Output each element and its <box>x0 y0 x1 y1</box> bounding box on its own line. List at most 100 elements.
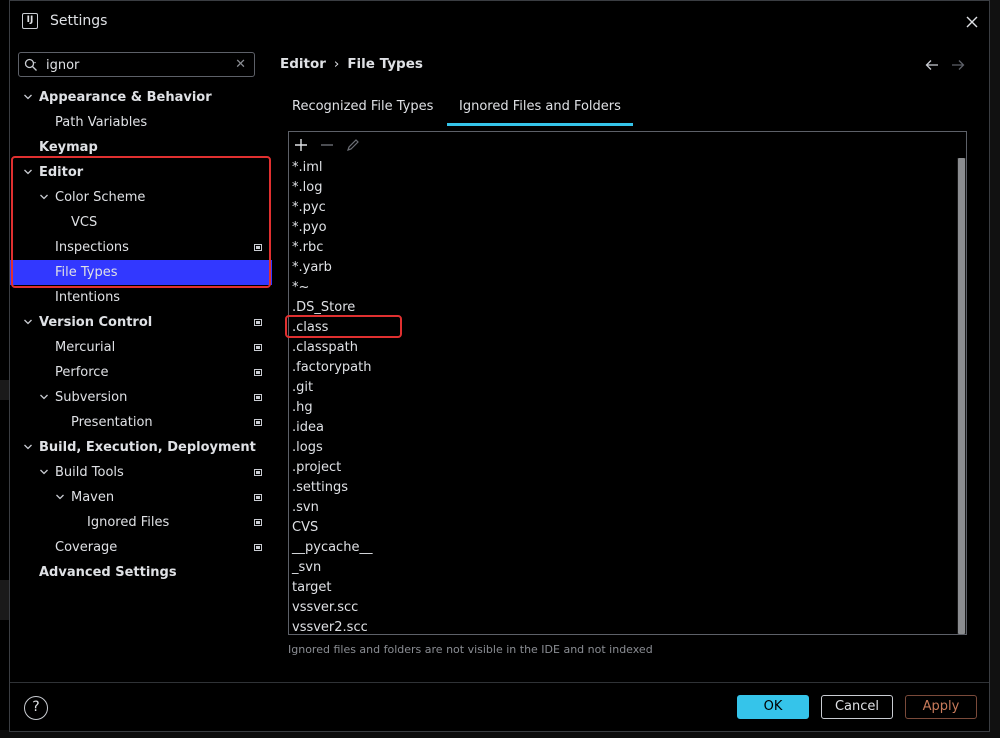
chevron-down-icon[interactable] <box>23 318 33 326</box>
list-item[interactable]: vssver2.scc <box>290 618 958 634</box>
ok-button[interactable]: OK <box>737 695 809 719</box>
tree-item-subversion[interactable]: Subversion <box>10 385 272 410</box>
tab-ignored-files-and-folders[interactable]: Ignored Files and Folders <box>447 95 633 126</box>
search-input[interactable] <box>46 56 226 74</box>
list-item[interactable]: .factorypath <box>290 358 958 378</box>
list-item[interactable]: .svn <box>290 498 958 518</box>
tree-item-label: Coverage <box>55 540 118 555</box>
tree-item-label: Ignored Files <box>87 515 170 530</box>
arrow-right-icon[interactable] <box>951 59 965 71</box>
search-icon <box>24 58 37 71</box>
project-settings-icon <box>254 394 262 401</box>
project-settings-icon <box>254 544 262 551</box>
list-item[interactable]: .classpath <box>290 338 958 358</box>
list-toolbar <box>289 132 966 158</box>
clear-search-icon[interactable]: ✕ <box>235 57 246 72</box>
breadcrumb: Editor › File Types <box>280 56 423 72</box>
tree-item-appearance-behavior[interactable]: Appearance & Behavior <box>10 85 272 110</box>
tree-item-label: Perforce <box>55 365 109 380</box>
tree-item-label: Presentation <box>71 415 153 430</box>
close-button[interactable] <box>961 11 983 33</box>
ignored-files-list: *.iml *.log *.pyc *.pyo *.rbc *.yarb *~ .DS_Sto… <box>290 158 958 634</box>
help-icon: ? <box>32 699 40 715</box>
list-item[interactable]: *.log <box>290 178 958 198</box>
tree-item-label: Build Tools <box>55 465 124 480</box>
settings-search-box[interactable]: ✕ <box>18 52 255 77</box>
tree-item-coverage[interactable]: Coverage <box>10 535 272 560</box>
project-settings-icon <box>254 369 262 376</box>
tree-item-label: Version Control <box>39 315 153 330</box>
project-settings-icon <box>254 519 262 526</box>
project-settings-icon <box>254 469 262 476</box>
list-item[interactable]: _svn <box>290 558 958 578</box>
list-scrollbar[interactable] <box>957 158 966 634</box>
list-item[interactable]: vssver.scc <box>290 598 958 618</box>
list-item[interactable]: __pycache__ <box>290 538 958 558</box>
chevron-down-icon[interactable] <box>39 468 49 476</box>
title-bar: IJ Settings <box>10 1 989 41</box>
ignored-files-panel: *.iml *.log *.pyc *.pyo *.rbc *.yarb *~ .DS_Sto… <box>288 131 967 635</box>
chevron-down-icon[interactable] <box>23 443 33 451</box>
footer-divider <box>10 682 989 683</box>
plus-icon[interactable] <box>293 137 309 153</box>
tree-item-version-control[interactable]: Version Control <box>10 310 272 335</box>
tree-item-maven[interactable]: Maven <box>10 485 272 510</box>
breadcrumb-current: File Types <box>347 56 423 72</box>
breadcrumb-separator: › <box>333 56 340 72</box>
list-item[interactable]: CVS <box>290 518 958 538</box>
list-item[interactable]: .project <box>290 458 958 478</box>
tree-item-advanced-settings[interactable]: Advanced Settings <box>10 560 272 585</box>
cancel-button[interactable]: Cancel <box>821 695 893 719</box>
project-settings-icon <box>254 319 262 326</box>
list-item[interactable]: .hg <box>290 398 958 418</box>
tree-item-label: Subversion <box>55 390 128 405</box>
tree-item-label: Maven <box>71 490 115 505</box>
settings-dialog: IJ Settings ✕ Appearance & Behavior Path … <box>9 0 990 732</box>
project-settings-icon <box>254 419 262 426</box>
app-logo-icon: IJ <box>22 13 38 29</box>
chevron-down-icon[interactable] <box>55 493 65 501</box>
arrow-left-icon[interactable] <box>925 59 939 71</box>
list-item[interactable]: target <box>290 578 958 598</box>
tree-item-label: Advanced Settings <box>39 565 177 580</box>
tree-item-presentation[interactable]: Presentation <box>10 410 272 435</box>
tree-item-perforce[interactable]: Perforce <box>10 360 272 385</box>
window-title: Settings <box>50 13 108 29</box>
tree-item-build-tools[interactable]: Build Tools <box>10 460 272 485</box>
list-item[interactable]: *.pyc <box>290 198 958 218</box>
list-item[interactable]: *.pyo <box>290 218 958 238</box>
list-item[interactable]: *.yarb <box>290 258 958 278</box>
tree-item-label: Path Variables <box>55 115 148 130</box>
scrollbar-thumb[interactable] <box>958 158 965 634</box>
tree-item-label: Appearance & Behavior <box>39 90 212 105</box>
help-button[interactable]: ? <box>24 696 48 720</box>
project-settings-icon <box>254 344 262 351</box>
list-item[interactable]: .logs <box>290 438 958 458</box>
tree-item-label: Intentions <box>55 290 121 305</box>
list-item[interactable]: *~ <box>290 278 958 298</box>
tab-recognized-file-types[interactable]: Recognized File Types <box>280 95 445 126</box>
apply-button[interactable]: Apply <box>905 695 977 719</box>
tree-item-build-execution-deployment[interactable]: Build, Execution, Deployment <box>10 435 272 460</box>
list-item[interactable]: *.iml <box>290 158 958 178</box>
history-navigation <box>925 57 965 75</box>
tree-item-label: Build, Execution, Deployment <box>39 440 256 455</box>
tree-item-ignored-files[interactable]: Ignored Files <box>10 510 272 535</box>
chevron-down-icon[interactable] <box>39 393 49 401</box>
annotation-highlight-editor <box>11 156 271 288</box>
minus-icon[interactable] <box>319 137 335 153</box>
tree-item-path-variables[interactable]: Path Variables <box>10 110 272 135</box>
breadcrumb-parent[interactable]: Editor <box>280 56 326 72</box>
list-item[interactable]: .git <box>290 378 958 398</box>
list-item[interactable]: .settings <box>290 478 958 498</box>
list-item[interactable]: .idea <box>290 418 958 438</box>
annotation-highlight-class <box>285 315 402 338</box>
list-item[interactable]: *.rbc <box>290 238 958 258</box>
edit-icon[interactable] <box>345 137 361 153</box>
tree-item-mercurial[interactable]: Mercurial <box>10 335 272 360</box>
chevron-down-icon[interactable] <box>23 93 33 101</box>
close-icon <box>966 16 978 28</box>
tree-item-intentions[interactable]: Intentions <box>10 285 272 310</box>
ignored-files-hint: Ignored files and folders are not visibl… <box>288 643 653 656</box>
background-editor-edge <box>990 0 1000 738</box>
